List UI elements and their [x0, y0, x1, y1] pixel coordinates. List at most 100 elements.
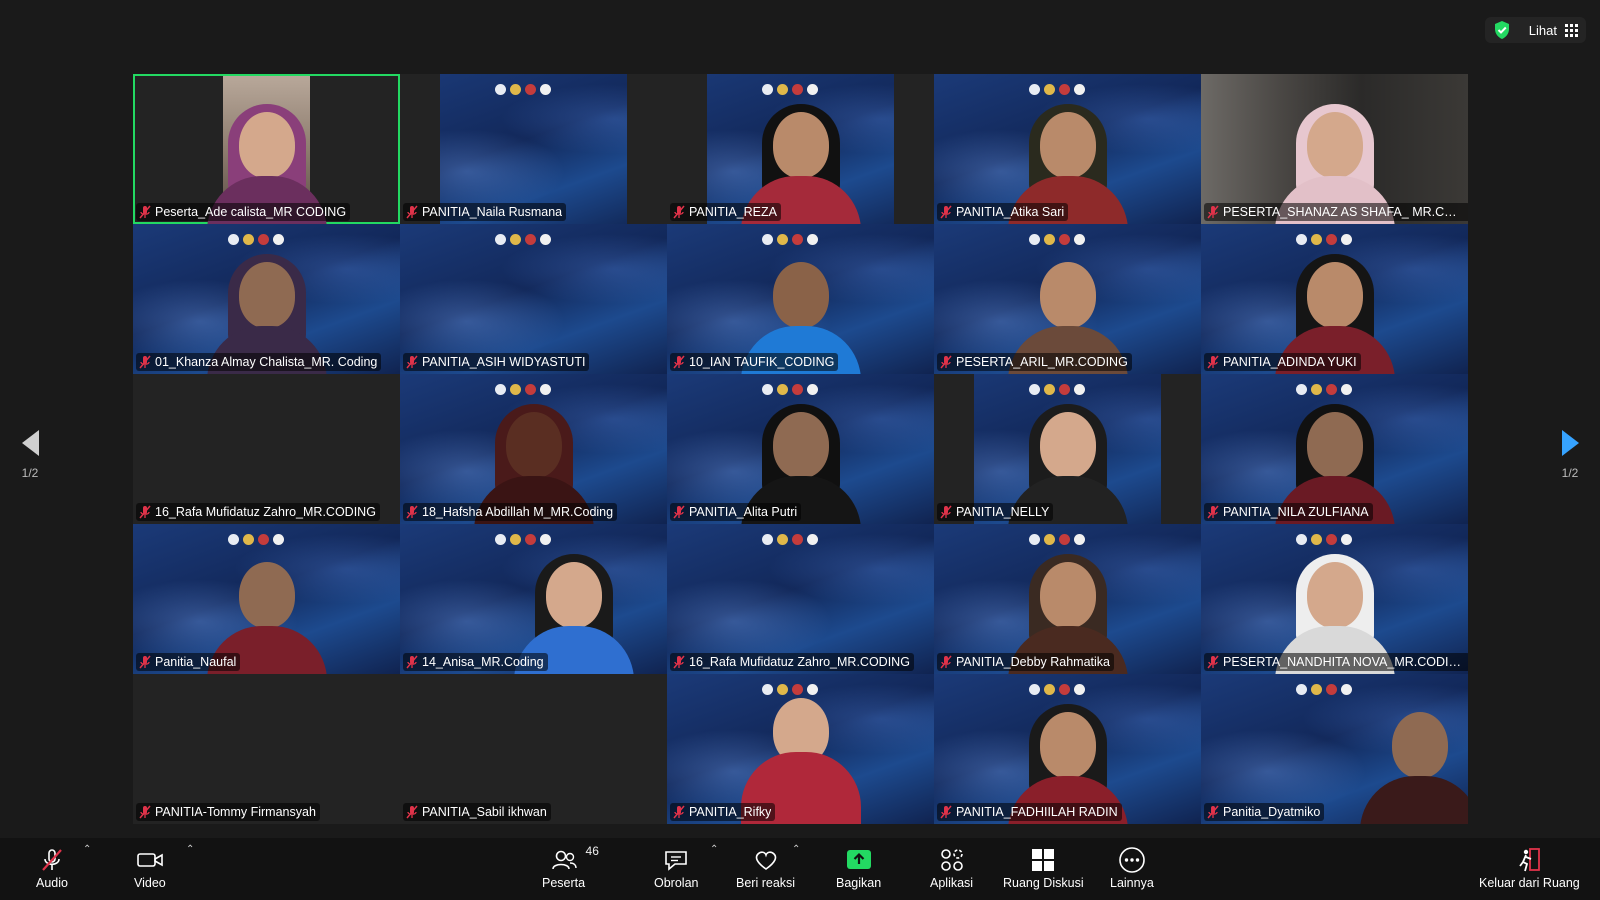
participant-name: PANITIA_Atika Sari: [956, 205, 1065, 219]
page-indicator-right: 1/2: [1561, 466, 1579, 480]
chat-button[interactable]: Obrolan: [654, 846, 698, 890]
more-icon: [1119, 847, 1145, 873]
participant-name: PANITIA_ASIH WIDYASTUTI: [422, 355, 586, 369]
video-tile[interactable]: PANITIA_Debby Rahmatika: [934, 524, 1201, 674]
participant-name: Panitia_Naufal: [155, 655, 237, 669]
participant-name: PANITIA_NELLY: [956, 505, 1050, 519]
participant-nameplate: PANITIA_NILA ZULFIANA: [1204, 503, 1373, 521]
video-tile[interactable]: PANITIA_NILA ZULFIANA: [1201, 374, 1468, 524]
participant-name: PANITIA_Naila Rusmana: [422, 205, 563, 219]
mic-muted-icon: [406, 805, 418, 819]
video-tile[interactable]: 14_Anisa_MR.Coding: [400, 524, 667, 674]
participant-video: [1359, 694, 1468, 824]
video-tile[interactable]: PANITIA_Rifky: [667, 674, 934, 824]
view-button[interactable]: Lihat: [1529, 23, 1578, 38]
participant-name: PANITIA-Tommy Firmansyah: [155, 805, 316, 819]
video-tile[interactable]: PANITIA_REZA: [667, 74, 934, 224]
participant-nameplate: PANITIA_FADHIILAH RADIN: [937, 803, 1122, 821]
mic-muted-icon: [406, 205, 418, 219]
participants-button[interactable]: 46 Peserta: [542, 844, 599, 890]
participant-name: 16_Rafa Mufidatuz Zahro_MR.CODING: [689, 655, 910, 669]
mic-muted-icon: [673, 205, 685, 219]
video-tile[interactable]: PESERTA_ARIL_MR.CODING: [934, 224, 1201, 374]
banner-logos: [762, 534, 818, 545]
mic-muted-icon: [406, 355, 418, 369]
video-tile[interactable]: Peserta_Ade calista_MR CODING: [133, 74, 400, 224]
video-tile[interactable]: PESERTA_SHANAZ AS SHAFA_ MR.CODI...: [1201, 74, 1468, 224]
mic-muted-icon: [139, 355, 151, 369]
mic-muted-icon: [673, 355, 685, 369]
previous-page-button[interactable]: 1/2: [10, 430, 50, 480]
video-button[interactable]: Video: [134, 846, 166, 890]
video-tile[interactable]: Panitia_Naufal: [133, 524, 400, 674]
video-options-caret-icon[interactable]: ⌃: [186, 844, 194, 855]
video-tile[interactable]: 16_Rafa Mufidatuz Zahro_MR.CODING: [667, 524, 934, 674]
video-tile[interactable]: 10_IAN TAUFIK_CODING: [667, 224, 934, 374]
participant-nameplate: PANITIA_Alita Putri: [670, 503, 802, 521]
video-tile[interactable]: Panitia_Dyatmiko: [1201, 674, 1468, 824]
banner-logos: [495, 234, 551, 245]
audio-button[interactable]: Audio: [36, 846, 68, 890]
participant-nameplate: Panitia_Dyatmiko: [1204, 803, 1325, 821]
video-camera-icon: [137, 853, 163, 867]
banner-logos: [1296, 684, 1352, 695]
more-button[interactable]: Lainnya: [1110, 846, 1154, 890]
participants-label: Peserta: [542, 876, 586, 890]
heart-icon: [755, 851, 776, 870]
participant-nameplate: Panitia_Naufal: [136, 653, 241, 671]
participant-nameplate: PANITIA_Naila Rusmana: [403, 203, 567, 221]
video-tile[interactable]: PANITIA_Naila Rusmana: [400, 74, 667, 224]
participant-nameplate: PANITIA_Debby Rahmatika: [937, 653, 1114, 671]
chat-options-caret-icon[interactable]: ⌃: [710, 844, 718, 855]
participant-nameplate: 18_Hafsha Abdillah M_MR.Coding: [403, 503, 618, 521]
mic-muted-icon: [1207, 355, 1219, 369]
video-tile[interactable]: 01_Khanza Almay Chalista_MR. Coding: [133, 224, 400, 374]
audio-options-caret-icon[interactable]: ⌃: [83, 844, 91, 855]
participants-icon: [551, 850, 577, 870]
reactions-options-caret-icon[interactable]: ⌃: [792, 844, 800, 855]
reactions-button[interactable]: Beri reaksi: [736, 846, 795, 890]
video-tile[interactable]: PANITIA-Tommy Firmansyah: [133, 674, 400, 824]
video-tile[interactable]: PANITIA_Alita Putri: [667, 374, 934, 524]
shield-check-icon[interactable]: [1493, 20, 1511, 40]
mic-muted-icon: [940, 805, 952, 819]
participant-name: 14_Anisa_MR.Coding: [422, 655, 544, 669]
participant-name: PANITIA_ADINDA YUKI: [1223, 355, 1357, 369]
mic-muted-icon: [673, 805, 685, 819]
video-tile[interactable]: PANITIA_ASIH WIDYASTUTI: [400, 224, 667, 374]
participant-name: PESERTA_NANDHITA NOVA_MR.CODING: [1223, 655, 1466, 669]
participant-name: Peserta_Ade calista_MR CODING: [155, 205, 347, 219]
reactions-label: Beri reaksi: [736, 876, 796, 890]
next-page-button[interactable]: 1/2: [1550, 430, 1590, 480]
participant-nameplate: PESERTA_ARIL_MR.CODING: [937, 353, 1132, 371]
participant-nameplate: PANITIA_REZA: [670, 203, 781, 221]
apps-label: Aplikasi: [930, 876, 974, 890]
mic-muted-icon: [1207, 805, 1219, 819]
participant-name: 01_Khanza Almay Chalista_MR. Coding: [155, 355, 378, 369]
participant-nameplate: PANITIA_ADINDA YUKI: [1204, 353, 1361, 371]
video-tile[interactable]: 18_Hafsha Abdillah M_MR.Coding: [400, 374, 667, 524]
video-tile[interactable]: PANITIA_Atika Sari: [934, 74, 1201, 224]
participant-name: PESERTA_ARIL_MR.CODING: [956, 355, 1128, 369]
share-label: Bagikan: [836, 876, 882, 890]
participant-nameplate: PESERTA_SHANAZ AS SHAFA_ MR.CODI...: [1204, 203, 1468, 221]
leave-room-button[interactable]: Keluar dari Ruang: [1479, 846, 1580, 890]
grid-view-icon: [1565, 23, 1578, 37]
view-label: Lihat: [1528, 22, 1557, 38]
video-tile[interactable]: 16_Rafa Mufidatuz Zahro_MR.CODING: [133, 374, 400, 524]
mic-muted-icon: [1207, 505, 1219, 519]
participant-nameplate: 01_Khanza Almay Chalista_MR. Coding: [136, 353, 382, 371]
video-tile[interactable]: PANITIA_NELLY: [934, 374, 1201, 524]
meeting-toolbar: Audio ⌃ Video ⌃ 46 Peserta Obrolan ⌃ Ber…: [0, 838, 1600, 900]
video-tile[interactable]: PANITIA_FADHIILAH RADIN: [934, 674, 1201, 824]
apps-button[interactable]: Aplikasi: [930, 846, 973, 890]
video-tile[interactable]: PANITIA_Sabil ikhwan: [400, 674, 667, 824]
share-button[interactable]: Bagikan: [836, 846, 881, 890]
participant-name: PANITIA_Rifky: [689, 805, 772, 819]
participant-nameplate: 10_IAN TAUFIK_CODING: [670, 353, 839, 371]
mic-muted-icon: [673, 505, 685, 519]
video-tile[interactable]: PANITIA_ADINDA YUKI: [1201, 224, 1468, 374]
breakout-rooms-button[interactable]: Ruang Diskusi: [1003, 846, 1084, 890]
participant-name: PANITIA_NILA ZULFIANA: [1223, 505, 1369, 519]
video-tile[interactable]: PESERTA_NANDHITA NOVA_MR.CODING: [1201, 524, 1468, 674]
